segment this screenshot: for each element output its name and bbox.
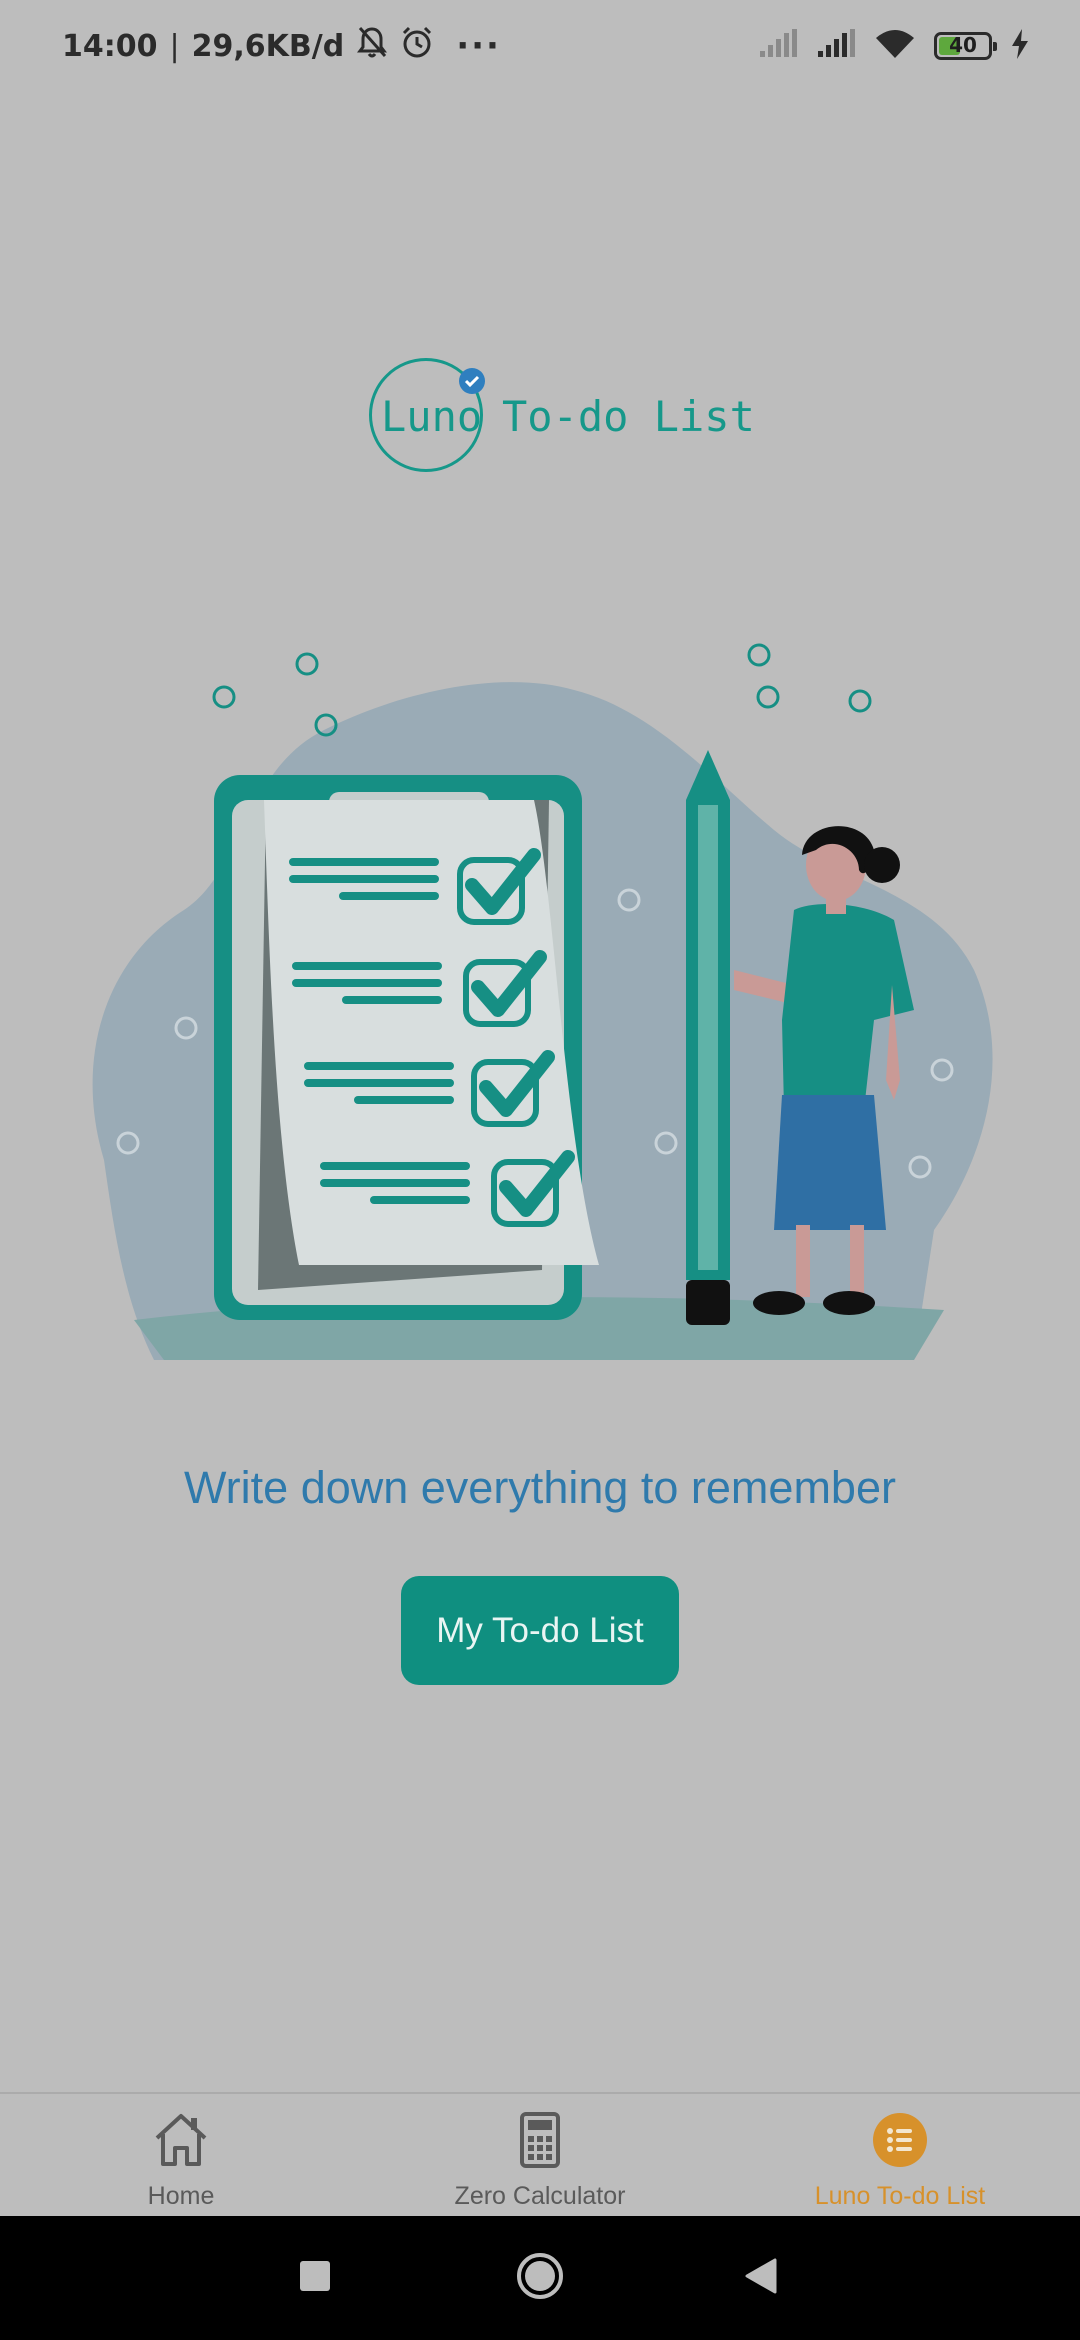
separator: | xyxy=(169,28,180,64)
status-right: 40 xyxy=(758,24,1030,68)
charging-icon xyxy=(1010,29,1030,63)
alarm-icon xyxy=(400,25,434,67)
more-notifications: ··· xyxy=(456,26,501,66)
battery-tip xyxy=(993,42,997,51)
app-logo: Luno To-do List xyxy=(367,356,755,480)
signal-icon xyxy=(758,29,798,63)
wifi-icon xyxy=(874,28,916,64)
logo-title: To-do List xyxy=(502,392,755,441)
hero-illustration xyxy=(74,640,1006,1360)
clock: 14:00 xyxy=(62,28,158,64)
circle-home-icon xyxy=(516,2252,564,2304)
mute-icon xyxy=(356,25,388,67)
bottom-navigation: Home Zero Calculator Luno To-do List xyxy=(0,2092,1080,2216)
recents-button[interactable] xyxy=(275,2216,355,2340)
back-button[interactable] xyxy=(720,2216,800,2340)
nav-item-label: Home xyxy=(147,2182,215,2210)
home-system-button[interactable] xyxy=(500,2216,580,2340)
nav-item-luno-todo-list[interactable]: Luno To-do List xyxy=(750,2110,1050,2216)
nav-item-zero-calculator[interactable]: Zero Calculator xyxy=(390,2110,690,2216)
square-icon xyxy=(300,2261,330,2295)
signal-icon xyxy=(816,29,856,63)
nav-item-label: Luno To-do List xyxy=(814,2182,986,2210)
system-navigation-bar xyxy=(0,2216,1080,2340)
home-icon xyxy=(151,2110,211,2170)
check-badge-icon xyxy=(459,368,485,394)
battery-level: 40 xyxy=(949,33,977,57)
network-speed: 29,6KB/d xyxy=(191,28,345,64)
tagline: Write down everything to remember xyxy=(184,1462,896,1513)
nav-item-home[interactable]: Home xyxy=(31,2110,331,2216)
list-icon xyxy=(870,2110,930,2170)
status-bar: 14:00 | 29,6KB/d ··· 40 xyxy=(0,0,1080,92)
calculator-icon xyxy=(510,2110,570,2170)
back-triangle-icon xyxy=(743,2258,777,2298)
battery-icon: 40 xyxy=(934,32,997,60)
my-todo-list-button[interactable]: My To-do List xyxy=(401,1576,679,1685)
nav-item-label: Zero Calculator xyxy=(454,2182,626,2210)
status-left: 14:00 | 29,6KB/d ··· xyxy=(62,26,501,66)
logo-brand: Luno xyxy=(381,392,483,441)
